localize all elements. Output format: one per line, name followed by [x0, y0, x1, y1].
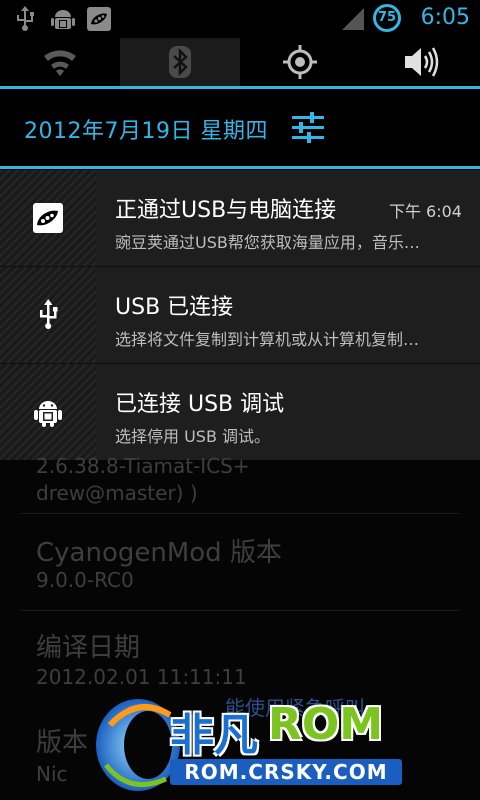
notification-title: 正通过USB与电脑连接: [115, 198, 337, 223]
settings-sliders-icon[interactable]: [290, 111, 326, 145]
wandoujia-icon: [87, 7, 111, 31]
gps-toggle[interactable]: [240, 38, 360, 86]
notification-title: USB 已连接: [115, 295, 234, 320]
status-bar: 75 6:05: [0, 0, 480, 38]
notification-subtitle: 选择停用 USB 调试。: [115, 427, 271, 446]
divider: [20, 610, 460, 611]
usb-icon: [40, 299, 58, 329]
quick-toggles: [0, 38, 480, 86]
wifi-icon: [44, 50, 76, 76]
bluetooth-toggle[interactable]: [120, 38, 240, 86]
divider: [20, 513, 460, 514]
notification-icon-area: [0, 170, 96, 266]
sound-toggle[interactable]: [360, 38, 480, 86]
usb-icon: [17, 6, 34, 31]
android-debug-icon: [34, 401, 62, 427]
clock: 6:05: [420, 5, 470, 30]
notification-icon-area: [0, 267, 96, 363]
build-date-value: 2012.02.01 11:11:11: [36, 665, 247, 689]
kernel-line1: 2.6.38.8-Tiamat-ICS+: [36, 454, 250, 478]
watermark-brand-cn: 非凡: [170, 710, 258, 761]
gps-icon: [283, 45, 317, 79]
notification-time: 下午 6:04: [388, 202, 462, 221]
notification-wandoujia[interactable]: 正通过USB与电脑连接 下午 6:04 豌豆荚通过USB帮您获取海量应用，音乐…: [0, 170, 480, 266]
date-header: 2012年7月19日 星期四: [0, 89, 480, 167]
watermark-brand-en: ROM: [268, 699, 384, 750]
volume-icon: [405, 47, 439, 77]
battery-icon: 75: [373, 4, 401, 32]
date-label: 2012年7月19日 星期四: [24, 119, 268, 144]
notification-usb-debugging[interactable]: 已连接 USB 调试 选择停用 USB 调试。: [0, 364, 480, 460]
divider-date: [0, 166, 480, 169]
cm-version-value: 9.0.0-RC0: [36, 568, 134, 592]
wifi-toggle[interactable]: [0, 38, 120, 86]
kernel-line2: drew@master) ): [36, 481, 198, 505]
notification-title: 已连接 USB 调试: [115, 392, 285, 417]
notification-subtitle: 选择将文件复制到计算机或从计算机复制…: [115, 330, 420, 349]
signal-icon: [342, 8, 364, 30]
nic-text: Nic: [36, 762, 68, 786]
build-date-label: 编译日期: [36, 633, 141, 663]
notification-icon-area: [0, 364, 96, 460]
wandoujia-icon: [33, 203, 63, 233]
notification-usb-connected[interactable]: USB 已连接 选择将文件复制到计算机或从计算机复制…: [0, 267, 480, 363]
cm-version-label: CyanogenMod 版本: [36, 538, 282, 568]
bluetooth-icon: [169, 46, 191, 78]
watermark-url: ROM.CRSKY.COM: [170, 759, 402, 785]
version-label: 版本: [36, 728, 89, 758]
android-debug-icon: [51, 10, 75, 29]
notification-subtitle: 豌豆荚通过USB帮您获取海量应用，音乐…: [115, 233, 420, 252]
watermark-logo: 非凡 ROM ROM.CRSKY.COM: [90, 695, 410, 795]
